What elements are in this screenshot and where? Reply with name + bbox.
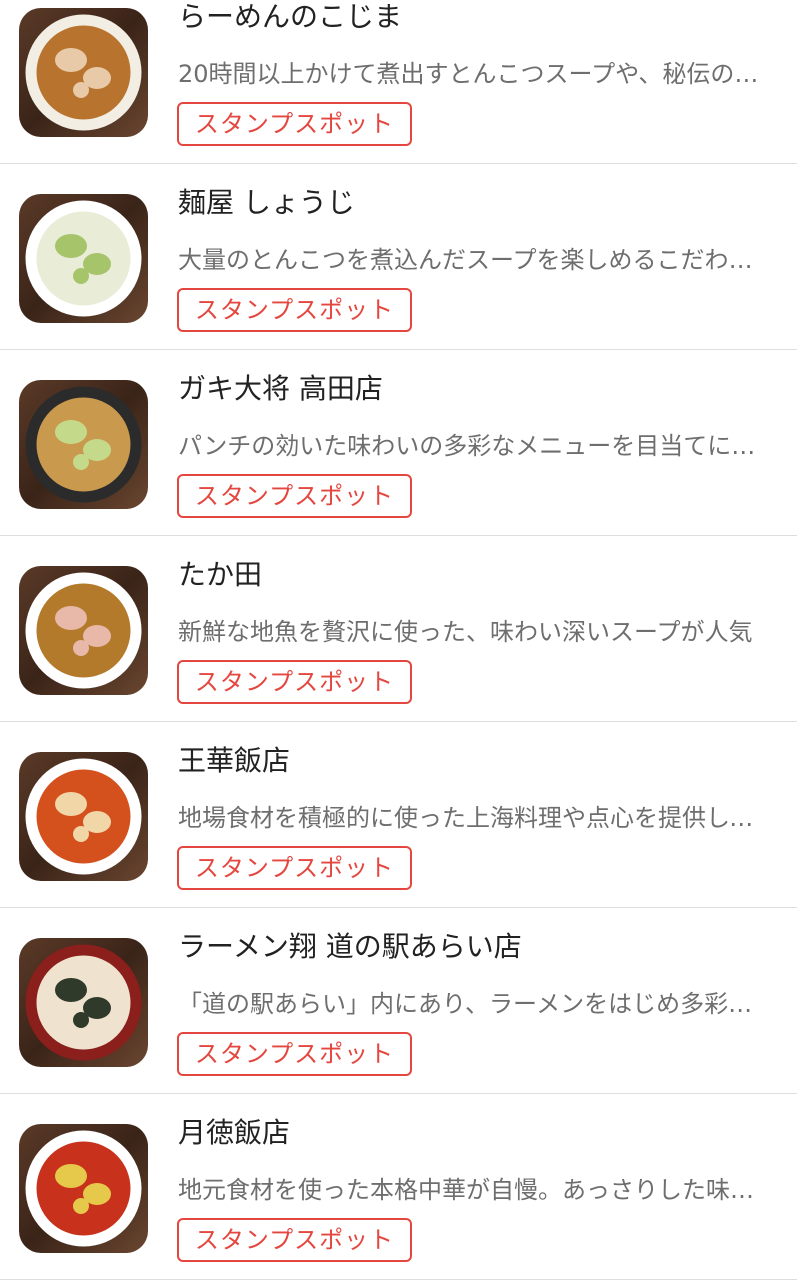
spot-thumbnail[interactable] (19, 938, 148, 1067)
spot-description: パンチの効いた味わいの多彩なメニューを目当てに多くの客が訪れる (178, 432, 764, 460)
ramen-chashu-photo-icon (25, 14, 142, 131)
spot-list-item[interactable]: らーめんのこじま 20時間以上かけて煮出すとんこつスープや、秘伝のタレが自慢 ス… (0, 0, 797, 164)
spot-description: 地場食材を積極的に使った上海料理や点心を提供している (178, 804, 764, 832)
spicy-chinese-noodle-photo-icon (25, 1130, 142, 1247)
spot-list-item[interactable]: ガキ大将 高田店 パンチの効いた味わいの多彩なメニューを目当てに多くの客が訪れる… (0, 350, 797, 536)
stamp-spot-badge[interactable]: スタンプスポット (177, 660, 412, 704)
stamp-spot-badge[interactable]: スタンプスポット (177, 1032, 412, 1076)
spot-name: らーめんのこじま (178, 0, 403, 33)
stamp-spot-badge[interactable]: スタンプスポット (177, 474, 412, 518)
stamp-spot-badge[interactable]: スタンプスポット (177, 846, 412, 890)
spot-list-item[interactable]: たか田 新鮮な地魚を贅沢に使った、味わい深いスープが人気 スタンプスポット (0, 536, 797, 722)
spot-thumbnail[interactable] (19, 566, 148, 695)
spot-description: 「道の駅あらい」内にあり、ラーメンをはじめ多彩なメニューが揃う (178, 990, 764, 1018)
spot-list: らーめんのこじま 20時間以上かけて煮出すとんこつスープや、秘伝のタレが自慢 ス… (0, 0, 797, 1280)
spot-description: 新鮮な地魚を贅沢に使った、味わい深いスープが人気 (178, 618, 753, 646)
spot-thumbnail[interactable] (19, 8, 148, 137)
spot-description: 地元食材を使った本格中華が自慢。あっさりした味わいが人気 (178, 1176, 764, 1204)
spot-list-item[interactable]: 月徳飯店 地元食材を使った本格中華が自慢。あっさりした味わいが人気 スタンプスポ… (0, 1094, 797, 1280)
ramen-fish-broth-photo-icon (25, 572, 142, 689)
stamp-spot-badge[interactable]: スタンプスポット (177, 102, 412, 146)
spot-thumbnail[interactable] (19, 752, 148, 881)
stamp-spot-badge[interactable]: スタンプスポット (177, 288, 412, 332)
mazemen-photo-icon (25, 386, 142, 503)
ramen-negi-photo-icon (25, 200, 142, 317)
spot-list-item[interactable]: 麺屋 しょうじ 大量のとんこつを煮込んだスープを楽しめるこだわりの一杯 スタンプ… (0, 164, 797, 350)
spot-thumbnail[interactable] (19, 380, 148, 509)
spot-name: ガキ大将 高田店 (178, 372, 383, 405)
spot-description: 20時間以上かけて煮出すとんこつスープや、秘伝のタレが自慢 (178, 60, 764, 88)
spot-name: 王華飯店 (178, 744, 291, 777)
spot-list-item[interactable]: ラーメン翔 道の駅あらい店 「道の駅あらい」内にあり、ラーメンをはじめ多彩なメニ… (0, 908, 797, 1094)
ramen-nori-photo-icon (25, 944, 142, 1061)
spot-name: ラーメン翔 道の駅あらい店 (178, 930, 522, 963)
spot-name: 月徳飯店 (178, 1116, 291, 1149)
spot-list-item[interactable]: 王華飯店 地場食材を積極的に使った上海料理や点心を提供している スタンプスポット (0, 722, 797, 908)
spot-description: 大量のとんこつを煮込んだスープを楽しめるこだわりの一杯 (178, 246, 764, 274)
mapo-tofu-noodle-photo-icon (25, 758, 142, 875)
spot-name: たか田 (178, 558, 263, 591)
spot-thumbnail[interactable] (19, 194, 148, 323)
spot-name: 麺屋 しょうじ (178, 186, 355, 219)
spot-thumbnail[interactable] (19, 1124, 148, 1253)
stamp-spot-badge[interactable]: スタンプスポット (177, 1218, 412, 1262)
